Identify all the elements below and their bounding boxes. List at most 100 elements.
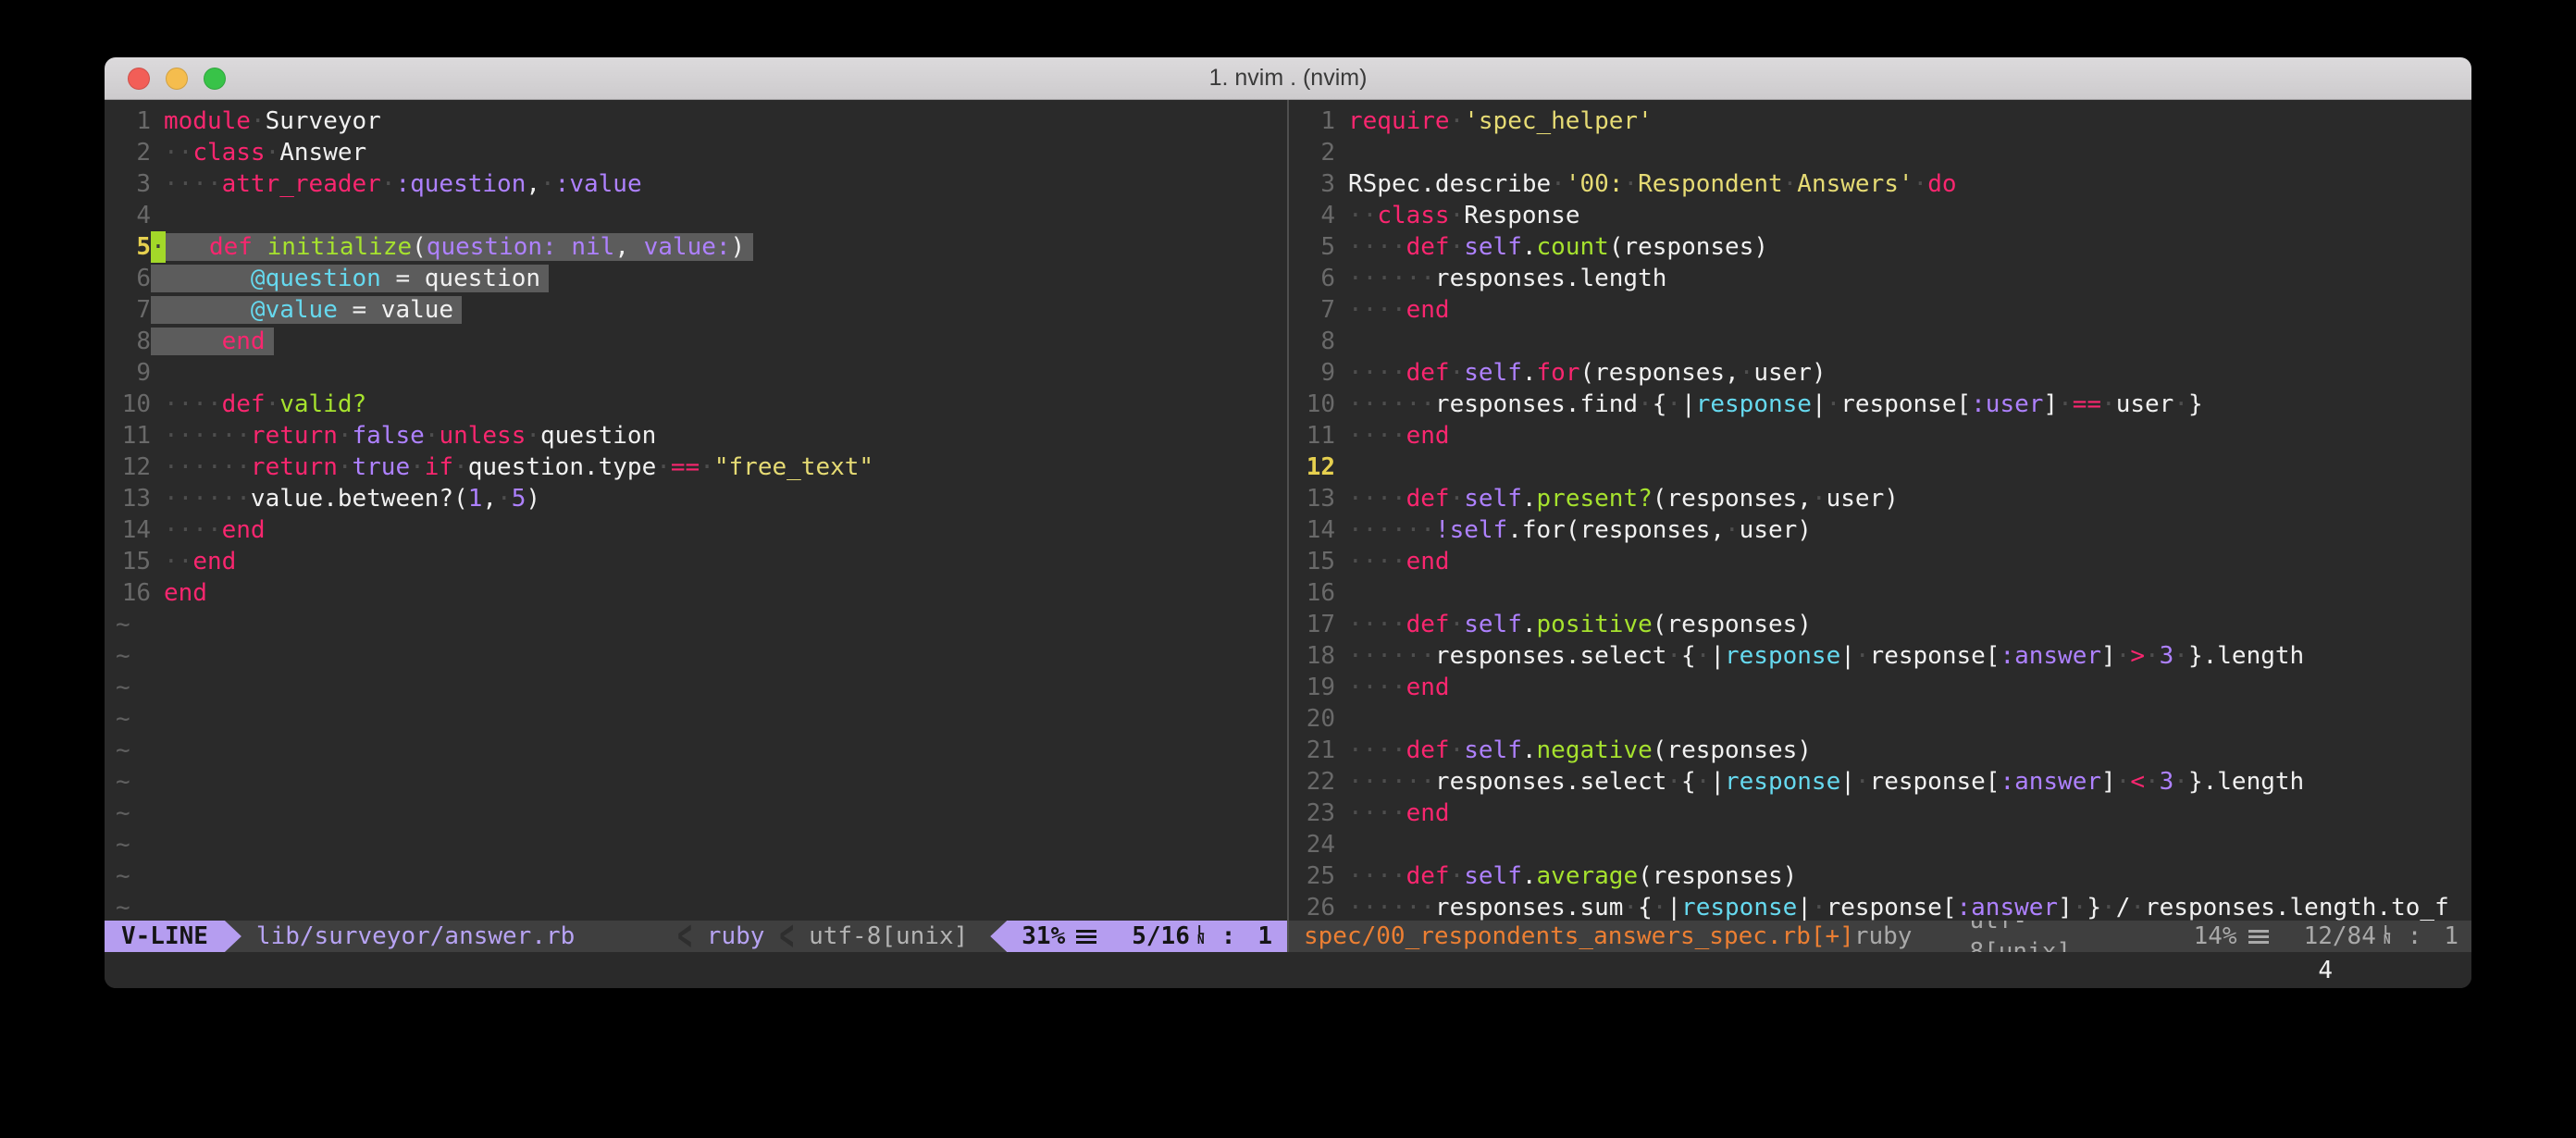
space-dot: · [2174,768,2188,796]
line-number: 17 [1289,609,1335,640]
space-dot: · [338,453,353,481]
space-dot: · [338,422,353,450]
zoom-button[interactable] [204,68,226,90]
token: . [1522,862,1537,890]
line-number: 8 [1289,326,1335,357]
column-number: 1 [1257,921,1272,952]
code-text: end [164,326,274,357]
code-text: require·'spec_helper' [1348,105,1653,137]
token: ·· [1348,202,1377,229]
token: false [353,422,425,450]
split-container: 1module·Surveyor2··class·Answer3····attr… [105,100,2471,952]
token: ·· [164,548,192,575]
left-editor-buffer[interactable]: 1module·Surveyor2··class·Answer3····attr… [105,100,1287,921]
line-number: 6 [105,263,151,294]
linenr-trigram-icon [1076,930,1096,944]
powerline-arrow-left-icon [990,921,1007,952]
right-editor-buffer[interactable]: 1require·'spec_helper'23RSpec.describe·'… [1289,100,2471,921]
token: def [209,233,253,261]
space-dot: · [1450,202,1465,229]
token: (responses) [1609,233,1768,261]
close-button[interactable] [128,68,150,90]
token: ···· [1348,233,1406,261]
mode-indicator: V-LINE [105,921,225,952]
line-number: 14 [1289,514,1335,546]
token: def [1406,611,1450,638]
token: unless [439,422,526,450]
line-number: 25 [1289,860,1335,892]
code-text: ····def·self.for(responses,·user) [1348,357,1827,389]
space-dot: · [2058,390,2073,418]
code-line: 11····end [1289,420,2471,451]
code-line: 5····def·self.count(responses) [1289,231,2471,263]
token: ···· [1348,611,1406,638]
minimize-button[interactable] [166,68,188,90]
token: · [1450,862,1465,890]
line-number: 4 [1289,200,1335,231]
token: ( [412,233,427,261]
token: self [1464,862,1522,890]
token: response [1725,768,1840,796]
code-text: ······responses.select·{·|response|·resp… [1348,640,2304,672]
space-dot: · [251,107,266,135]
space-dot: ······ [1348,768,1435,796]
space-dot: · [1740,359,1754,387]
line-number: 21 [1289,735,1335,766]
token: ···· [1348,799,1406,827]
token: if [425,453,453,481]
token: :value [555,170,642,198]
space-dot: ·· [164,139,192,167]
code-text: @question = question [164,263,549,294]
token: ······ [164,422,251,450]
code-line: 10····def·valid? [105,389,1287,420]
colon-separator: : [1221,921,1236,952]
chevron-left-icon: < [779,921,794,952]
line-number: 19 [1289,672,1335,703]
code-line: 15····end [1289,546,2471,577]
token: ·· [164,139,192,167]
token: > [2130,642,2145,670]
token: RSpec.describe· [1348,170,1566,198]
line-number: 7 [105,294,151,326]
token: end [1406,548,1450,575]
token: ·Surveyor [251,107,381,135]
code-text: ····end [1348,672,1450,703]
token: class [192,139,265,167]
code-line: 17····def·self.positive(responses) [1289,609,2471,640]
space-dot: ···· [1348,799,1406,827]
token: |·response[ [1812,390,1971,418]
space-dot: · [1450,359,1465,387]
token: @question [251,265,381,292]
visual-selection: end [151,328,274,355]
code-text: ····end [1348,420,1450,451]
code-text: ······return·true·if·question.type·==·"f… [164,451,873,483]
token: end [1406,422,1450,450]
line-number: 15 [1289,546,1335,577]
token: . [1522,359,1537,387]
token [164,265,251,292]
token: = question [381,265,540,292]
space-dot: · [1623,170,1638,198]
token: ······responses.find·{·| [1348,390,1696,418]
token: · [338,453,353,481]
right-pane: 1require·'spec_helper'23RSpec.describe·'… [1289,100,2471,952]
space-dot: · [526,422,540,450]
code-text: ······responses.find·{·|response|·respon… [1348,389,2203,420]
space-dot: · [425,422,440,450]
space-dot: ···· [1348,296,1406,324]
visual-selection: @question = question [151,265,549,292]
titlebar[interactable]: 1. nvim . (nvim) [105,57,2471,100]
code-line: 3····attr_reader·:question,·:value [105,168,1287,200]
code-line: 1require·'spec_helper' [1289,105,2471,137]
code-text: ··class·Response [1348,200,1579,231]
token: · [266,390,280,418]
token: .for(responses,·user) [1507,516,1812,544]
token: question: [427,233,557,261]
empty-line: ~ [105,703,1287,735]
space-dot: · [1812,894,1827,921]
code-line: 14····end [105,514,1287,546]
line-number: 12 [1289,451,1335,483]
command-line: 4 [105,952,2471,988]
space-dot: · [1666,642,1681,670]
empty-line: ~ [105,735,1287,766]
